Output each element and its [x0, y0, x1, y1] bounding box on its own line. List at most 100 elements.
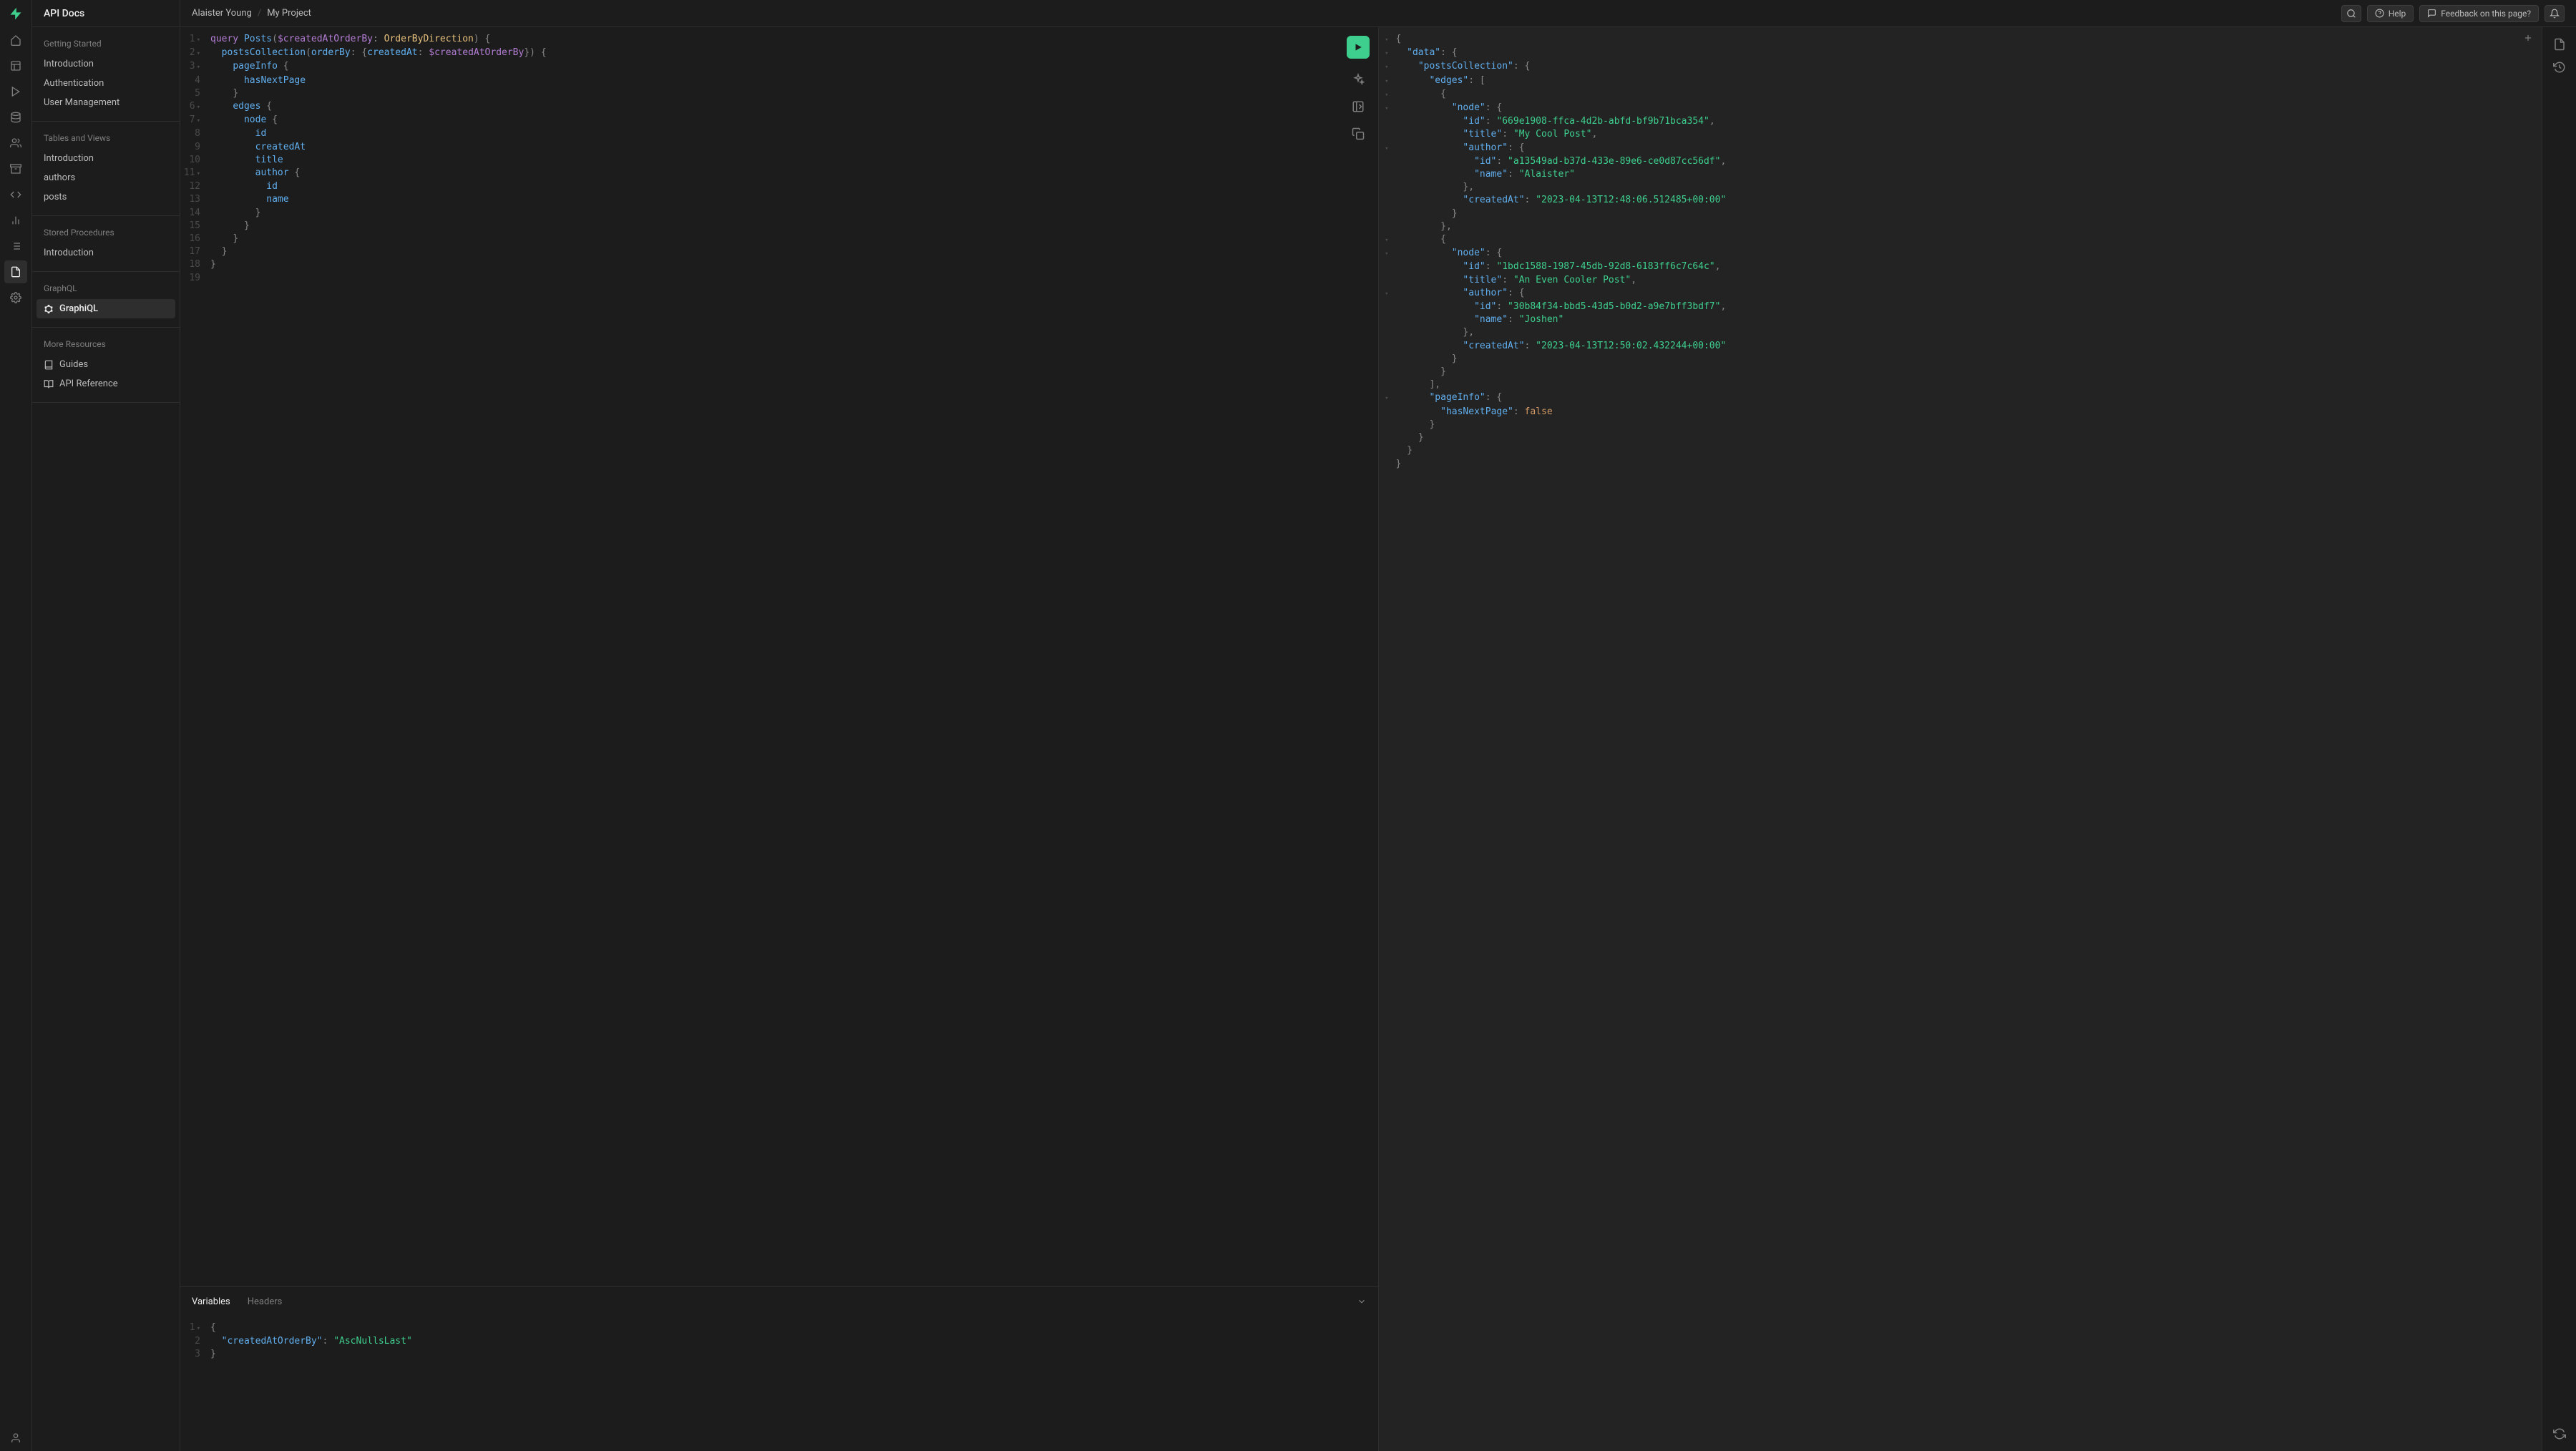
result-column: ▾{▾ "data": {▾ "postsCollection": {▾ "ed… [1379, 27, 2576, 1451]
sidebar-item-guides[interactable]: Guides [32, 355, 180, 374]
nav-home[interactable] [4, 29, 27, 52]
code-line: "createdAt": "2023-04-13T12:50:02.432244… [1379, 340, 2542, 353]
history-icon [2553, 61, 2566, 74]
sidebar-section-title: GraphQL [32, 280, 180, 299]
code-line: "createdAt": "2023-04-13T12:48:06.512485… [1379, 194, 2542, 207]
run-button[interactable] [1347, 36, 1370, 59]
code-line: ], [1379, 378, 2542, 391]
search-icon [2346, 9, 2356, 19]
code-line: "id": "a13549ad-b37d-433e-89e6-ce0d87cc5… [1379, 155, 2542, 168]
sidebar-item-introduction[interactable]: Introduction [32, 54, 180, 74]
code-line: ▾ "postsCollection": { [1379, 60, 2542, 74]
code-line: 10 title [180, 154, 1378, 167]
breadcrumb-project[interactable]: My Project [267, 8, 311, 19]
nav-storage[interactable] [4, 157, 27, 180]
main-nav-rail [0, 0, 32, 1451]
nav-sql-editor[interactable] [4, 80, 27, 103]
code-line: ▾ "edges": [ [1379, 74, 2542, 88]
nav-database[interactable] [4, 106, 27, 129]
breadcrumb-sep: / [258, 8, 261, 19]
collapse-variables-button[interactable] [1357, 1296, 1367, 1306]
code-line: }, [1379, 181, 2542, 194]
breadcrumb: Alaister Young / My Project [192, 8, 311, 19]
tab-headers[interactable]: Headers [248, 1296, 283, 1307]
sidebar-item-introduction[interactable]: Introduction [32, 243, 180, 263]
code-line: "name": "Joshen" [1379, 313, 2542, 326]
code-line: ▾ { [1379, 88, 2542, 102]
variables-editor[interactable]: 1▾{2 "createdAtOrderBy": "AscNullsLast"3… [180, 1316, 1378, 1451]
graphiql-workspace: 1▾query Posts($createdAtOrderBy: OrderBy… [180, 27, 2576, 1451]
tools-column [2542, 27, 2576, 1451]
add-tab-button[interactable] [2523, 33, 2533, 43]
merge-icon [1352, 100, 1365, 113]
code-line: } [1379, 458, 2542, 471]
nav-edge-functions[interactable] [4, 183, 27, 206]
sidebar-item-api-reference[interactable]: API Reference [32, 374, 180, 394]
sidebar-item-user-management[interactable]: User Management [32, 93, 180, 112]
breadcrumb-org[interactable]: Alaister Young [192, 8, 252, 19]
graphql-icon [44, 304, 54, 314]
code-line: 12 id [180, 180, 1378, 193]
prettify-button[interactable] [1352, 73, 1365, 86]
merge-button[interactable] [1352, 100, 1365, 113]
code-line: "title": "An Even Cooler Post", [1379, 274, 2542, 287]
code-line: ▾{ [1379, 33, 2542, 47]
help-button[interactable]: Help [2367, 5, 2414, 22]
sidebar-item-posts[interactable]: posts [32, 187, 180, 207]
code-line: 3▾ pageInfo { [180, 60, 1378, 74]
code-line: ▾ "author": { [1379, 142, 2542, 155]
code-line: ▾ "node": { [1379, 102, 2542, 115]
help-icon [2375, 9, 2384, 18]
code-line: 14 } [180, 207, 1378, 220]
variables-pane: Variables Headers 1▾{2 "createdAtOrderBy… [180, 1286, 1378, 1451]
feedback-button[interactable]: Feedback on this page? [2419, 5, 2539, 22]
code-line: 16 } [180, 233, 1378, 245]
help-label: Help [2389, 9, 2406, 19]
refetch-button[interactable] [2548, 1422, 2571, 1445]
code-line: ▾ { [1379, 233, 2542, 247]
history-button[interactable] [2548, 56, 2571, 79]
sidebar: API Docs Getting StartedIntroductionAuth… [32, 0, 180, 1451]
nav-table-editor[interactable] [4, 54, 27, 77]
nav-settings[interactable] [4, 286, 27, 309]
nav-reports[interactable] [4, 209, 27, 232]
code-line: } [1379, 366, 2542, 378]
code-line: ▾ "author": { [1379, 287, 2542, 301]
main: Alaister Young / My Project Help Feedbac… [180, 0, 2576, 1451]
result-viewer[interactable]: ▾{▾ "data": {▾ "postsCollection": {▾ "ed… [1379, 27, 2542, 1451]
message-icon [2427, 9, 2436, 18]
copy-button[interactable] [1352, 127, 1365, 140]
code-line: 9 createdAt [180, 141, 1378, 154]
code-line: 19 [180, 272, 1378, 285]
code-line: 2▾ postsCollection(orderBy: {createdAt: … [180, 47, 1378, 60]
variables-tabs: Variables Headers [180, 1287, 1378, 1316]
code-line: 6▾ edges { [180, 100, 1378, 114]
tab-variables[interactable]: Variables [192, 1296, 230, 1307]
sparkle-icon [1352, 73, 1365, 86]
docs-explorer-button[interactable] [2548, 33, 2571, 56]
code-line: 1▾query Posts($createdAtOrderBy: OrderBy… [180, 33, 1378, 47]
code-line: 8 id [180, 127, 1378, 140]
code-line: "title": "My Cool Post", [1379, 128, 2542, 141]
logo[interactable] [0, 0, 32, 27]
sidebar-item-graphiql[interactable]: GraphiQL [36, 299, 175, 318]
notifications-button[interactable] [2545, 5, 2565, 22]
code-line: "name": "Alaister" [1379, 168, 2542, 181]
book-icon [44, 360, 54, 370]
sidebar-item-authentication[interactable]: Authentication [32, 74, 180, 93]
code-line: } [1379, 207, 2542, 220]
refresh-icon [2553, 1427, 2566, 1440]
query-editor[interactable]: 1▾query Posts($createdAtOrderBy: OrderBy… [180, 27, 1378, 1286]
nav-auth[interactable] [4, 132, 27, 155]
nav-api-docs[interactable] [4, 260, 27, 283]
sidebar-item-authors[interactable]: authors [32, 168, 180, 187]
sidebar-item-introduction[interactable]: Introduction [32, 149, 180, 168]
code-line: "id": "1bdc1588-1987-45db-92d8-6183ff6c7… [1379, 260, 2542, 273]
editor-column: 1▾query Posts($createdAtOrderBy: OrderBy… [180, 27, 1379, 1451]
search-button[interactable] [2341, 5, 2361, 22]
code-line: 3} [180, 1348, 1378, 1361]
nav-account[interactable] [4, 1427, 27, 1450]
nav-logs[interactable] [4, 235, 27, 258]
editor-actions [1347, 36, 1370, 140]
code-line: 18} [180, 258, 1378, 271]
